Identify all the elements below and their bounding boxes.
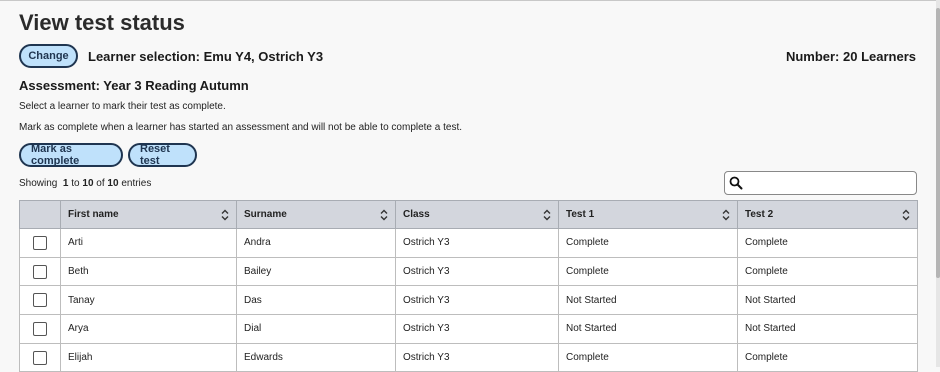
column-header-first-name[interactable]: First name bbox=[60, 200, 237, 229]
test-1-cell: Complete bbox=[558, 342, 738, 372]
learner-selection: Learner selection: Emu Y4, Ostrich Y3 bbox=[88, 49, 324, 64]
class-cell: Ostrich Y3 bbox=[395, 256, 559, 287]
test-2-cell: Not Started bbox=[737, 314, 918, 344]
table-row[interactable]: Arti Andra Ostrich Y3 Complete Complete bbox=[19, 228, 918, 258]
reset-test-button[interactable]: Reset test bbox=[128, 143, 197, 167]
class-cell: Ostrich Y3 bbox=[395, 314, 559, 344]
row-checkbox[interactable] bbox=[33, 350, 47, 365]
row-checkbox[interactable] bbox=[33, 293, 47, 308]
column-header-surname[interactable]: Surname bbox=[236, 200, 396, 229]
column-header-test-2[interactable]: Test 2 bbox=[737, 200, 918, 229]
change-button[interactable]: Change bbox=[19, 44, 78, 68]
first-name-cell: Arya bbox=[60, 314, 237, 344]
surname-cell: Dial bbox=[236, 314, 396, 344]
select-cell[interactable] bbox=[19, 314, 61, 344]
class-cell: Ostrich Y3 bbox=[395, 285, 559, 316]
table-row[interactable]: Beth Bailey Ostrich Y3 Complete Complete bbox=[19, 256, 918, 287]
first-name-cell: Arti bbox=[60, 228, 237, 258]
table-header-row: First name Surname Class Test 1 Test 2 bbox=[19, 200, 918, 229]
sort-icon[interactable] bbox=[902, 209, 910, 221]
surname-cell: Edwards bbox=[236, 342, 396, 372]
select-cell[interactable] bbox=[19, 285, 61, 316]
row-checkbox[interactable] bbox=[33, 321, 47, 336]
column-label: Test 1 bbox=[566, 209, 595, 220]
row-checkbox[interactable] bbox=[33, 264, 47, 279]
select-column-header bbox=[19, 200, 61, 229]
scrollbar-thumb[interactable] bbox=[936, 8, 940, 278]
first-name-cell: Beth bbox=[60, 256, 237, 287]
test-2-cell: Not Started bbox=[737, 285, 918, 316]
top-border bbox=[0, 0, 940, 1]
column-label: Class bbox=[403, 209, 430, 220]
surname-cell: Andra bbox=[236, 228, 396, 258]
class-cell: Ostrich Y3 bbox=[395, 228, 559, 258]
table-row[interactable]: Tanay Das Ostrich Y3 Not Started Not Sta… bbox=[19, 285, 918, 316]
instruction-text: Select a learner to mark their test as c… bbox=[19, 101, 226, 112]
sort-icon[interactable] bbox=[221, 209, 229, 221]
column-header-class[interactable]: Class bbox=[395, 200, 559, 229]
entries-of-word: of bbox=[96, 178, 105, 189]
search-icon bbox=[729, 176, 743, 190]
surname-cell: Bailey bbox=[236, 256, 396, 287]
instruction-text-2: Mark as complete when a learner has star… bbox=[19, 122, 463, 133]
surname-cell: Das bbox=[236, 285, 396, 316]
sort-icon[interactable] bbox=[722, 209, 730, 221]
test-2-cell: Complete bbox=[737, 342, 918, 372]
test-2-cell: Complete bbox=[737, 228, 918, 258]
test-1-cell: Complete bbox=[558, 256, 738, 287]
entries-info: Showing 1 to 10 of 10 entries bbox=[19, 178, 151, 189]
entries-suffix: entries bbox=[121, 178, 152, 189]
entries-to: 10 bbox=[82, 178, 94, 189]
row-checkbox[interactable] bbox=[33, 235, 47, 250]
entries-from: 1 bbox=[62, 178, 69, 189]
page-title: View test status bbox=[19, 10, 185, 35]
search-box[interactable] bbox=[724, 171, 917, 195]
first-name-cell: Tanay bbox=[60, 285, 237, 316]
test-2-cell: Complete bbox=[737, 256, 918, 287]
column-label: Test 2 bbox=[745, 209, 774, 220]
column-label: Surname bbox=[244, 209, 287, 220]
table-row[interactable]: Elijah Edwards Ostrich Y3 Complete Compl… bbox=[19, 342, 918, 372]
learner-count: Number: 20 Learners bbox=[785, 49, 916, 64]
test-1-cell: Not Started bbox=[558, 314, 738, 344]
column-label: First name bbox=[68, 209, 119, 220]
column-header-test-1[interactable]: Test 1 bbox=[558, 200, 738, 229]
select-cell[interactable] bbox=[19, 342, 61, 372]
entries-to-word: to bbox=[71, 178, 80, 189]
entries-prefix: Showing bbox=[19, 178, 58, 189]
entries-total: 10 bbox=[107, 178, 119, 189]
sort-icon[interactable] bbox=[543, 209, 551, 221]
mark-as-complete-button[interactable]: Mark as complete bbox=[19, 143, 123, 167]
select-cell[interactable] bbox=[19, 256, 61, 287]
first-name-cell: Elijah bbox=[60, 342, 237, 372]
test-1-cell: Not Started bbox=[558, 285, 738, 316]
class-cell: Ostrich Y3 bbox=[395, 342, 559, 372]
select-cell[interactable] bbox=[19, 228, 61, 258]
table-row[interactable]: Arya Dial Ostrich Y3 Not Started Not Sta… bbox=[19, 314, 918, 344]
sort-icon[interactable] bbox=[380, 209, 388, 221]
test-1-cell: Complete bbox=[558, 228, 738, 258]
assessment-title: Assessment: Year 3 Reading Autumn bbox=[19, 78, 249, 93]
search-input[interactable] bbox=[745, 174, 915, 194]
learners-table: First name Surname Class Test 1 Test 2 A… bbox=[19, 200, 918, 372]
